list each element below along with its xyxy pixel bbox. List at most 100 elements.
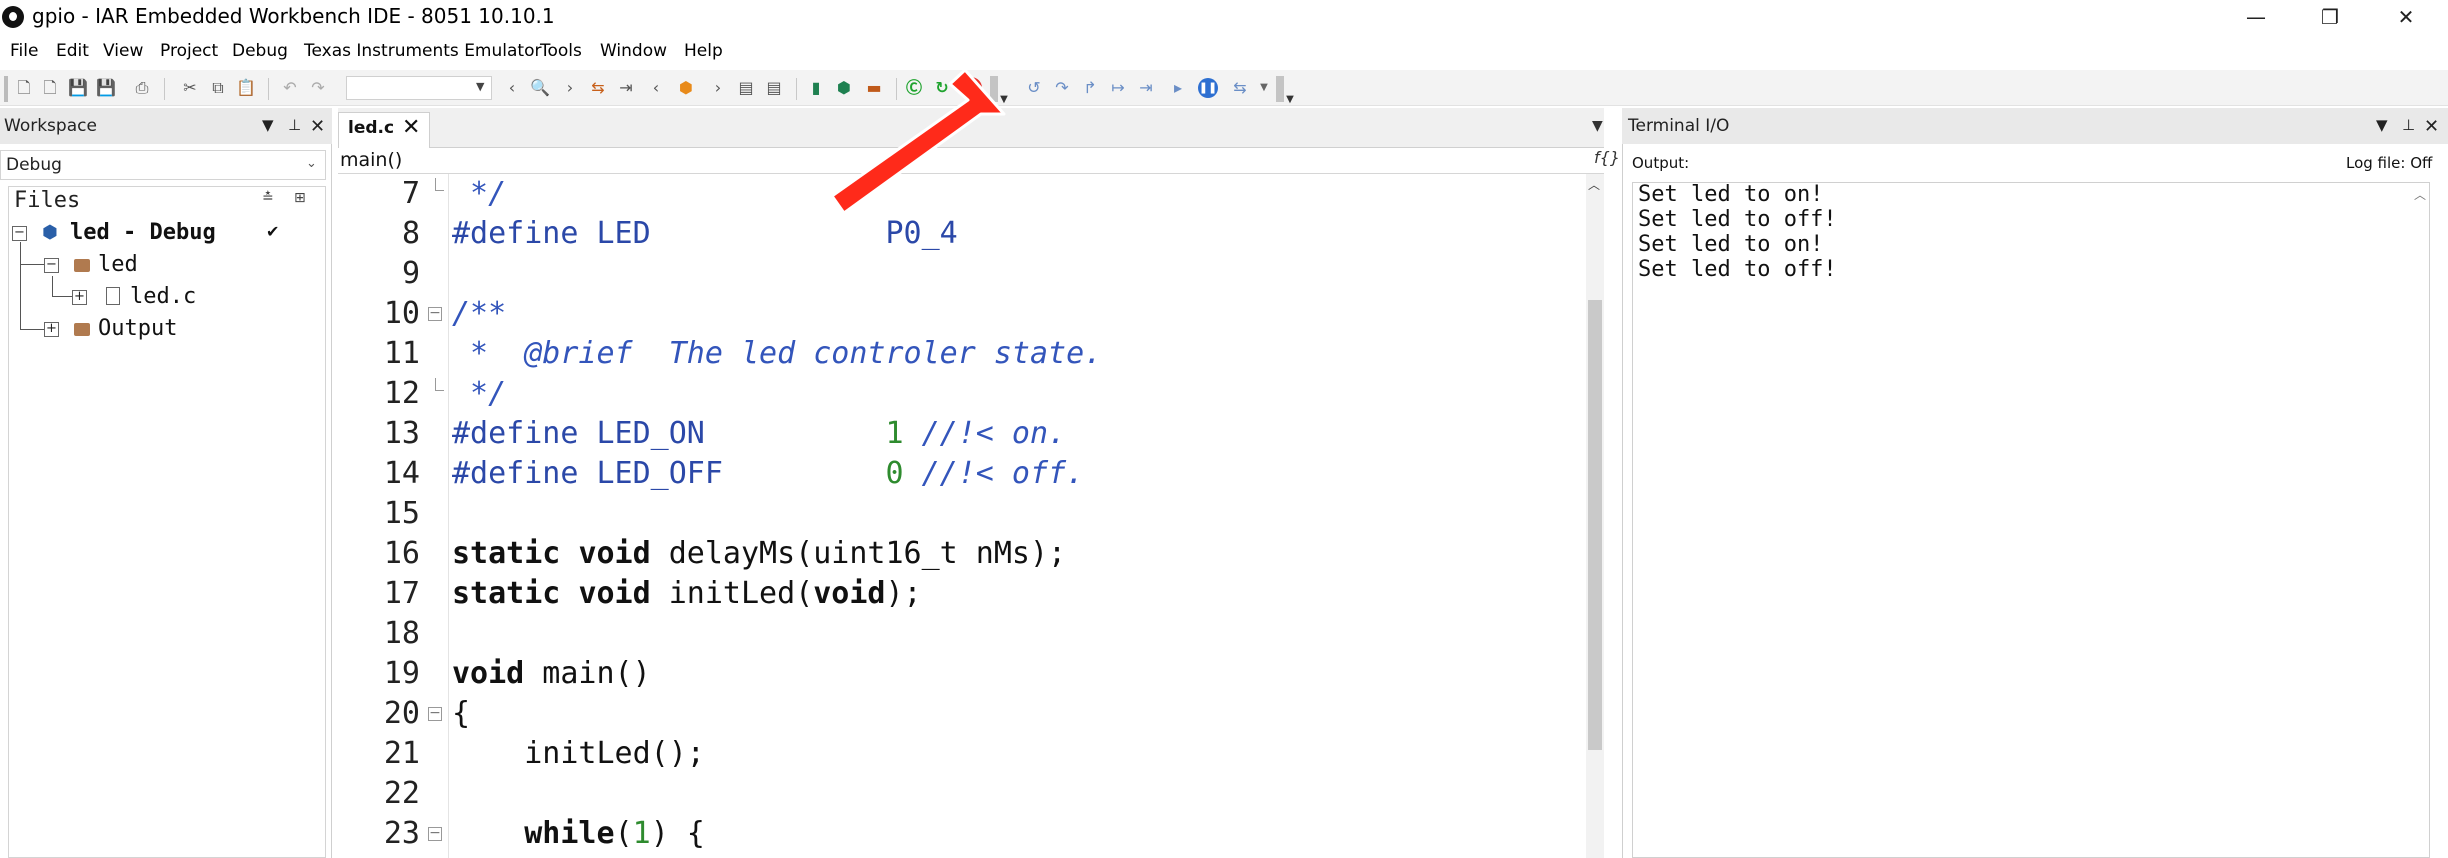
code-line[interactable]: * @brief The led controler state. bbox=[452, 334, 1102, 374]
save-icon[interactable]: 💾 bbox=[68, 78, 88, 98]
step-into-icon[interactable]: ↱ bbox=[1080, 78, 1100, 98]
menu-window[interactable]: Window bbox=[600, 41, 667, 61]
options-icon[interactable]: ≛ bbox=[262, 190, 274, 206]
editor-scroll-thumb[interactable] bbox=[1588, 300, 1602, 750]
scroll-up-icon[interactable]: ︿ bbox=[1588, 176, 1600, 193]
tab-close-icon[interactable]: ✕ bbox=[402, 115, 420, 140]
line-number: 11 bbox=[383, 336, 420, 371]
chevron-down-icon[interactable]: ▼ bbox=[1592, 118, 1603, 134]
code-line[interactable]: */ bbox=[452, 174, 506, 214]
code-line[interactable]: #define LED_ON 1 //!< on. bbox=[452, 414, 1066, 454]
fold-toggle[interactable]: − bbox=[428, 826, 442, 841]
collapse-folder-toggle[interactable]: − bbox=[44, 258, 59, 273]
code-line[interactable]: static void delayMs(uint16_t nMs); bbox=[452, 534, 1066, 574]
chevron-down-icon[interactable]: ▼ bbox=[2376, 116, 2388, 134]
code-line[interactable]: while(1) { bbox=[452, 814, 705, 854]
minimize-button[interactable]: — bbox=[2220, 0, 2292, 34]
run-to-cursor-icon[interactable]: ▸ bbox=[1168, 78, 1188, 98]
copy-icon[interactable]: ⧉ bbox=[208, 78, 228, 98]
maximize-button[interactable]: ❐ bbox=[2294, 0, 2366, 34]
cut-icon[interactable]: ✂ bbox=[180, 78, 200, 98]
save-all-icon[interactable]: 💾 bbox=[96, 78, 116, 98]
annotation-arrow bbox=[830, 68, 1006, 215]
pin-icon[interactable]: ⊥ bbox=[2402, 116, 2415, 134]
menu-view[interactable]: View bbox=[103, 41, 143, 61]
app-logo-icon bbox=[2, 6, 24, 28]
code-line[interactable]: static void initLed(void); bbox=[452, 574, 922, 614]
next-statement-icon[interactable]: ⇥ bbox=[1136, 78, 1156, 98]
line-number: 17 bbox=[383, 576, 420, 611]
file-icon bbox=[106, 287, 120, 305]
scroll-up-icon[interactable]: ︿ bbox=[2414, 186, 2426, 203]
redo-icon[interactable]: ↷ bbox=[308, 78, 328, 98]
terminal-line: Set led to off! bbox=[1638, 207, 1837, 232]
collapse-project-toggle[interactable]: − bbox=[12, 226, 27, 241]
menu-debug[interactable]: Debug bbox=[232, 41, 288, 61]
tree-project-label[interactable]: led - Debug bbox=[70, 220, 216, 245]
step-over-icon[interactable]: ↷ bbox=[1052, 78, 1072, 98]
step-out-icon[interactable]: ↦ bbox=[1108, 78, 1128, 98]
toolbar-grip[interactable] bbox=[4, 76, 8, 102]
folder-icon bbox=[74, 259, 90, 272]
replace-icon[interactable]: ⇆ bbox=[588, 78, 608, 98]
code-line[interactable]: void main() bbox=[452, 654, 651, 694]
code-line[interactable]: initLed(); bbox=[452, 734, 705, 774]
toolbar: 🗋 🗋 💾 💾 ⎙ ✂ ⧉ 📋 ↶ ↷ ▼ ‹ 🔍 › ⇆ ⇥ ‹ ⬢ › ▤ … bbox=[0, 70, 2448, 106]
navigate-forward-icon[interactable]: › bbox=[708, 78, 728, 98]
find-previous-icon[interactable]: ‹ bbox=[502, 78, 522, 98]
new-file-icon[interactable]: 🗋 bbox=[40, 78, 60, 98]
terminal-line: Set led to on! bbox=[1638, 182, 1824, 207]
menu-edit[interactable]: Edit bbox=[56, 41, 89, 61]
reset-target-icon[interactable]: ⇆ bbox=[1230, 78, 1250, 98]
expand-folder-toggle[interactable]: + bbox=[44, 322, 59, 337]
tree-folder-output[interactable]: Output bbox=[98, 316, 177, 341]
fold-toggle[interactable]: − bbox=[428, 306, 442, 321]
chevron-down-icon[interactable]: ⌄ bbox=[306, 156, 317, 171]
tree-file-led-c[interactable]: led.c bbox=[130, 284, 196, 309]
function-list-icon[interactable]: f{} bbox=[1594, 148, 1620, 167]
tree-folder-led[interactable]: led bbox=[98, 252, 138, 277]
code-line[interactable]: #define LED_OFF 0 //!< off. bbox=[452, 454, 1084, 494]
code-line[interactable]: */ bbox=[452, 374, 506, 414]
go-icon[interactable]: ❚❚ bbox=[1198, 78, 1218, 98]
project-icon: ⬢ bbox=[42, 222, 58, 243]
terminal-output[interactable] bbox=[1632, 182, 2430, 858]
make-icon[interactable]: ▤ bbox=[764, 78, 784, 98]
bookmark-icon[interactable]: ⬢ bbox=[676, 78, 696, 98]
menu-file[interactable]: File bbox=[10, 41, 38, 61]
navigate-back-icon[interactable]: ‹ bbox=[646, 78, 666, 98]
find-icon[interactable]: 🔍 bbox=[530, 78, 550, 98]
chevron-down-icon[interactable]: ▼ bbox=[262, 116, 274, 134]
code-line[interactable]: { bbox=[452, 694, 470, 734]
close-window-button[interactable]: ✕ bbox=[2370, 0, 2442, 34]
line-number: 7 bbox=[401, 176, 420, 211]
close-icon[interactable]: ✕ bbox=[310, 116, 325, 137]
find-combo[interactable] bbox=[346, 76, 492, 100]
folder-icon bbox=[74, 323, 90, 336]
menu-help[interactable]: Help bbox=[684, 41, 723, 61]
pin-icon[interactable]: ⊥ bbox=[288, 116, 301, 134]
compile-icon[interactable]: ▤ bbox=[736, 78, 756, 98]
break-icon[interactable]: ↺ bbox=[1024, 78, 1044, 98]
line-number: 23 bbox=[383, 816, 420, 851]
menu-tools[interactable]: Tools bbox=[540, 41, 582, 61]
menu-ti-emulator[interactable]: Texas Instruments Emulator bbox=[304, 41, 541, 61]
chevron-down-icon[interactable]: ▼ bbox=[1254, 78, 1274, 98]
line-number: 13 bbox=[383, 416, 420, 451]
goto-line-icon[interactable]: ⇥ bbox=[616, 78, 636, 98]
fold-toggle[interactable]: − bbox=[428, 706, 442, 721]
find-next-icon[interactable]: › bbox=[560, 78, 580, 98]
code-line[interactable]: /** bbox=[452, 294, 506, 334]
new-workspace-icon[interactable]: 🗋 bbox=[14, 78, 34, 98]
undo-icon[interactable]: ↶ bbox=[280, 78, 300, 98]
expand-file-toggle[interactable]: + bbox=[72, 290, 87, 305]
toolbar-overflow-icon[interactable]: ▼ bbox=[1280, 90, 1300, 110]
close-icon[interactable]: ✕ bbox=[2424, 116, 2439, 137]
print-icon[interactable]: ⎙ bbox=[132, 78, 152, 98]
paste-icon[interactable]: 📋 bbox=[236, 78, 256, 98]
columns-icon[interactable]: ⊞ bbox=[294, 190, 306, 206]
menu-project[interactable]: Project bbox=[160, 41, 218, 61]
chevron-down-icon[interactable]: ▼ bbox=[476, 80, 484, 93]
window-title: gpio - IAR Embedded Workbench IDE - 8051… bbox=[32, 4, 555, 28]
line-number: 18 bbox=[383, 616, 420, 651]
